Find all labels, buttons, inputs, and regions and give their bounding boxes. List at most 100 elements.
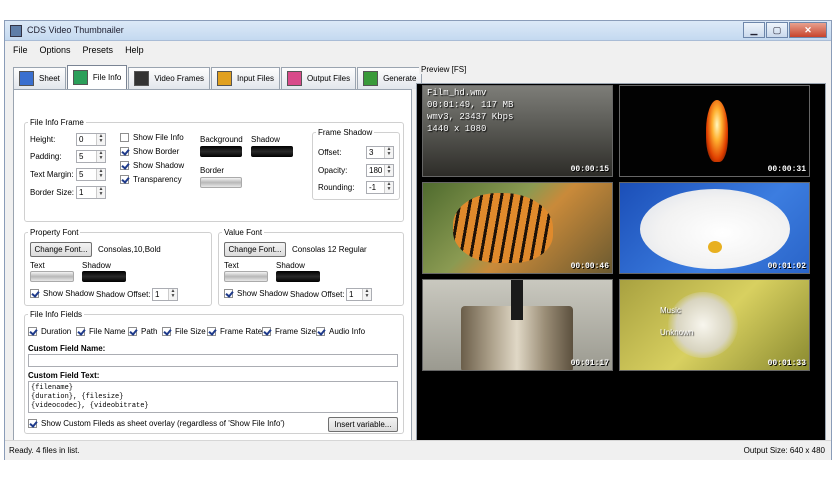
- transparency-checkbox[interactable]: Transparency: [120, 175, 182, 184]
- spin-arrows-icon[interactable]: ▲ ▼: [362, 289, 371, 300]
- spin-arrows-icon[interactable]: ▲ ▼: [384, 165, 393, 176]
- checkbox-box[interactable]: [28, 327, 37, 336]
- spin-arrows-icon[interactable]: ▲ ▼: [168, 289, 177, 300]
- show-file-info-checkbox[interactable]: Show File Info: [120, 133, 184, 142]
- checkbox-box[interactable]: [30, 289, 39, 298]
- stepper-value: 5: [79, 152, 84, 161]
- menu-file[interactable]: File: [13, 42, 28, 58]
- show-overlay-checkbox[interactable]: Show Custom Fileds as sheet overlay (reg…: [28, 419, 285, 428]
- insert-variable-button[interactable]: Insert variable...: [328, 417, 398, 432]
- field-duration-checkbox[interactable]: Duration: [28, 327, 71, 336]
- checkbox-box[interactable]: [28, 419, 37, 428]
- value-text-color-swatch[interactable]: [224, 271, 268, 282]
- spin-arrows-icon[interactable]: ▲ ▼: [96, 169, 105, 180]
- checkbox-box[interactable]: [128, 327, 137, 336]
- output-size-text: Output Size: 640 x 480: [743, 446, 825, 455]
- checkbox-box[interactable]: [120, 133, 129, 142]
- rounding-stepper[interactable]: -1 ▲ ▼: [366, 181, 394, 194]
- show-shadow-checkbox[interactable]: Show Shadow: [120, 161, 184, 170]
- output-files-icon: [286, 71, 302, 86]
- spin-arrows-icon[interactable]: ▲ ▼: [384, 147, 393, 158]
- custom-field-text-label: Custom Field Text:: [28, 371, 100, 380]
- window-controls: ▁ ▢ ✕: [742, 22, 827, 38]
- menu-help[interactable]: Help: [125, 42, 144, 58]
- checkbox-box[interactable]: [76, 327, 85, 336]
- show-border-checkbox[interactable]: Show Border: [120, 147, 179, 156]
- checkbox-box[interactable]: [120, 175, 129, 184]
- group-legend: Property Font: [30, 228, 79, 237]
- padding-label: Padding:: [30, 152, 62, 161]
- tab-file-info[interactable]: File Info: [66, 65, 128, 89]
- stepper-value: 1: [79, 188, 84, 197]
- tab-label: Sheet: [39, 74, 60, 83]
- maximize-button[interactable]: ▢: [766, 22, 788, 38]
- minimize-button[interactable]: ▁: [743, 22, 765, 38]
- menu-presets[interactable]: Presets: [83, 42, 114, 58]
- menu-options[interactable]: Options: [40, 42, 71, 58]
- thumbnail-tiger[interactable]: 00:00:46: [422, 182, 613, 274]
- field-audio-info-checkbox[interactable]: Audio Info: [316, 327, 365, 336]
- tab-input-files[interactable]: Input Files: [211, 67, 280, 89]
- checkbox-box[interactable]: [262, 327, 271, 336]
- border-color-swatch[interactable]: [200, 177, 242, 188]
- property-text-color-swatch[interactable]: [30, 271, 74, 282]
- thumbnail-flame[interactable]: 00:00:31: [619, 85, 810, 177]
- offset-stepper[interactable]: 3 ▲ ▼: [366, 146, 394, 159]
- tab-generate[interactable]: Generate: [357, 67, 423, 89]
- custom-field-name-input[interactable]: [28, 354, 398, 367]
- thumbnail-dandelion[interactable]: Music Unknown 00:01:33: [619, 279, 810, 371]
- value-shadow-offset-stepper[interactable]: 1 ▲ ▼: [346, 288, 372, 301]
- orchid-image: [640, 189, 790, 269]
- property-shadow-offset-stepper[interactable]: 1 ▲ ▼: [152, 288, 178, 301]
- spin-arrows-icon[interactable]: ▲ ▼: [384, 182, 393, 193]
- tab-video-frames[interactable]: Video Frames: [128, 67, 211, 89]
- spin-arrows-icon[interactable]: ▲ ▼: [96, 134, 105, 145]
- checkbox-box[interactable]: [224, 289, 233, 298]
- spin-arrows-icon[interactable]: ▲ ▼: [96, 151, 105, 162]
- value-shadow-label: Shadow: [276, 261, 305, 270]
- background-color-swatch[interactable]: [200, 146, 242, 157]
- checkbox-box[interactable]: [120, 161, 129, 170]
- checkbox-box[interactable]: [207, 327, 216, 336]
- property-shadow-label: Shadow: [82, 261, 111, 270]
- field-frame-rate-checkbox[interactable]: Frame Rate: [207, 327, 262, 336]
- height-stepper[interactable]: 0 ▲ ▼: [76, 133, 106, 146]
- checkbox-label: Show File Info: [133, 133, 184, 142]
- field-frame-size-checkbox[interactable]: Frame Size: [262, 327, 316, 336]
- value-shadow-color-swatch[interactable]: [276, 271, 320, 282]
- checkbox-box[interactable]: [120, 147, 129, 156]
- tiger-image: [453, 193, 553, 263]
- checkbox-box[interactable]: [162, 327, 171, 336]
- border-size-stepper[interactable]: 1 ▲ ▼: [76, 186, 106, 199]
- spin-arrows-icon[interactable]: ▲ ▼: [96, 187, 105, 198]
- thumbnail-street[interactable]: Film_hd.wmv 00:01:49, 117 MB wmv3, 23437…: [422, 85, 613, 177]
- close-button[interactable]: ✕: [789, 22, 827, 38]
- status-text: Ready. 4 files in list.: [9, 446, 80, 455]
- field-file-name-checkbox[interactable]: File Name: [76, 327, 125, 336]
- tab-output-files[interactable]: Output Files: [280, 67, 357, 89]
- checkbox-box[interactable]: [316, 327, 325, 336]
- timestamp: 00:00:15: [570, 165, 609, 174]
- thumbnail-orchid[interactable]: 00:01:02: [619, 182, 810, 274]
- padding-stepper[interactable]: 5 ▲ ▼: [76, 150, 106, 163]
- opacity-stepper[interactable]: 180 ▲ ▼: [366, 164, 394, 177]
- field-file-size-checkbox[interactable]: File Size: [162, 327, 206, 336]
- text-margin-stepper[interactable]: 5 ▲ ▼: [76, 168, 106, 181]
- shadow-color-swatch[interactable]: [251, 146, 293, 157]
- preview-frame[interactable]: Film_hd.wmv 00:01:49, 117 MB wmv3, 23437…: [416, 83, 826, 459]
- custom-field-text-area[interactable]: {filename} {duration}, {filesize} {video…: [28, 381, 398, 413]
- tab-sheet[interactable]: Sheet: [13, 67, 66, 89]
- field-path-checkbox[interactable]: Path: [128, 327, 157, 336]
- tab-strip: Sheet File Info Video Frames Input Files…: [13, 65, 423, 89]
- value-change-font-button[interactable]: Change Font...: [224, 242, 286, 257]
- property-shadow-color-swatch[interactable]: [82, 271, 126, 282]
- property-text-label: Text: [30, 261, 45, 270]
- thumbnail-can[interactable]: 00:01:17: [422, 279, 613, 371]
- group-legend: File Info Fields: [30, 310, 83, 319]
- checkbox-label: Transparency: [133, 175, 182, 184]
- property-change-font-button[interactable]: Change Font...: [30, 242, 92, 257]
- property-show-shadow-checkbox[interactable]: Show Shadow: [30, 289, 94, 298]
- property-font-value: Consolas,10,Bold: [98, 245, 161, 254]
- value-show-shadow-checkbox[interactable]: Show Shadow: [224, 289, 288, 298]
- checkbox-label: Show Custom Fileds as sheet overlay (reg…: [41, 419, 285, 428]
